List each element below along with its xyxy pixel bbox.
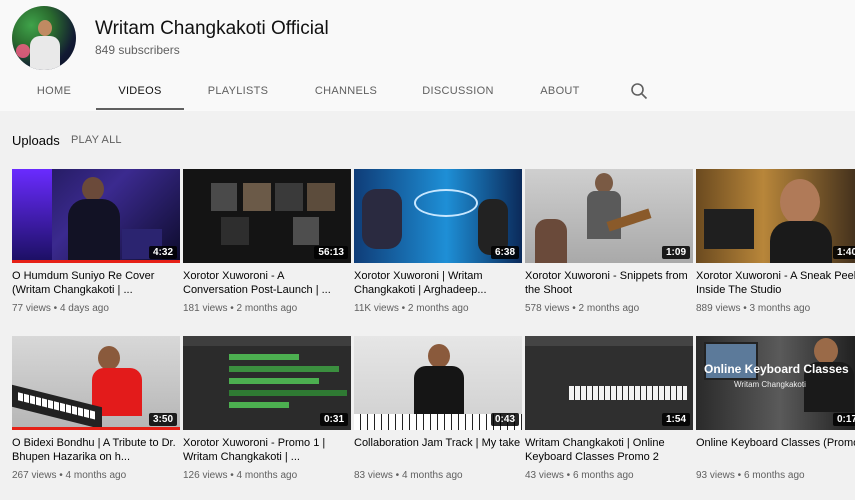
video-thumbnail[interactable]: 6:38: [354, 169, 522, 263]
video-card[interactable]: 56:13 Xorotor Xuworoni - A Conversation …: [183, 169, 351, 329]
channel-name: Writam Changkakoti Official: [95, 18, 329, 39]
video-thumbnail[interactable]: 0:31: [183, 336, 351, 430]
video-duration: 0:43: [490, 413, 519, 426]
video-meta: 578 views • 2 months ago: [525, 303, 640, 314]
video-duration: 0:17: [832, 413, 855, 426]
video-duration: 1:40: [832, 246, 855, 259]
video-title[interactable]: O Bidexi Bondhu | A Tribute to Dr. Bhupe…: [12, 436, 180, 464]
video-duration: 56:13: [314, 246, 348, 259]
video-card[interactable]: 1:40 Xorotor Xuworoni - A Sneak Peek Ins…: [696, 169, 855, 329]
video-thumbnail[interactable]: Online Keyboard Classes Writam Changkako…: [696, 336, 855, 430]
video-thumbnail[interactable]: 0:43: [354, 336, 522, 430]
video-card[interactable]: Online Keyboard Classes Writam Changkako…: [696, 336, 855, 496]
thumbnail-caption: Online Keyboard Classes: [704, 362, 849, 376]
video-meta: 11K views • 2 months ago: [354, 303, 469, 314]
channel-header: Writam Changkakoti Official 849 subscrib…: [0, 0, 855, 111]
video-title[interactable]: Writam Changkakoti | Online Keyboard Cla…: [525, 436, 693, 464]
video-meta: 267 views • 4 months ago: [12, 470, 127, 481]
video-duration: 3:50: [148, 413, 177, 426]
video-meta: 889 views • 3 months ago: [696, 303, 811, 314]
video-thumbnail[interactable]: 4:32: [12, 169, 180, 263]
video-thumbnail[interactable]: 56:13: [183, 169, 351, 263]
video-meta: 93 views • 6 months ago: [696, 470, 805, 481]
watch-progress-bar: [12, 260, 180, 263]
video-meta: 83 views • 4 months ago: [354, 470, 463, 481]
tab-discussion[interactable]: DISCUSSION: [412, 77, 504, 108]
video-card[interactable]: 4:32 O Humdum Suniyo Re Cover (Writam Ch…: [12, 169, 180, 329]
video-title[interactable]: Xorotor Xuworoni | Writam Changkakoti | …: [354, 269, 522, 297]
video-meta: 181 views • 2 months ago: [183, 303, 298, 314]
video-title[interactable]: O Humdum Suniyo Re Cover (Writam Changka…: [12, 269, 180, 297]
video-duration: 1:54: [661, 413, 690, 426]
video-title[interactable]: Xorotor Xuworoni - A Conversation Post-L…: [183, 269, 351, 297]
tab-home[interactable]: HOME: [24, 77, 84, 108]
video-card[interactable]: 6:38 Xorotor Xuworoni | Writam Changkako…: [354, 169, 522, 329]
video-title[interactable]: Collaboration Jam Track | My take: [354, 436, 522, 450]
channel-avatar[interactable]: [12, 6, 76, 70]
tab-videos[interactable]: VIDEOS: [96, 77, 184, 110]
video-meta: 126 views • 4 months ago: [183, 470, 298, 481]
video-card[interactable]: 1:09 Xorotor Xuworoni - Snippets from th…: [525, 169, 693, 329]
play-all-button[interactable]: PLAY ALL: [71, 134, 122, 146]
watch-progress-bar: [12, 427, 180, 430]
video-meta: 77 views • 4 days ago: [12, 303, 109, 314]
video-thumbnail[interactable]: 1:40: [696, 169, 855, 263]
video-card[interactable]: 3:50 O Bidexi Bondhu | A Tribute to Dr. …: [12, 336, 180, 496]
video-card[interactable]: 0:43 Collaboration Jam Track | My take 8…: [354, 336, 522, 496]
video-meta: 43 views • 6 months ago: [525, 470, 634, 481]
video-card[interactable]: 1:54 Writam Changkakoti | Online Keyboar…: [525, 336, 693, 496]
search-icon[interactable]: [630, 82, 648, 100]
video-duration: 0:31: [319, 413, 348, 426]
video-thumbnail[interactable]: 1:54: [525, 336, 693, 430]
video-thumbnail[interactable]: 1:09: [525, 169, 693, 263]
tab-playlists[interactable]: PLAYLISTS: [196, 77, 280, 108]
video-title[interactable]: Xorotor Xuworoni - Snippets from the Sho…: [525, 269, 693, 297]
tab-channels[interactable]: CHANNELS: [304, 77, 388, 108]
video-duration: 6:38: [490, 246, 519, 259]
video-duration: 1:09: [661, 246, 690, 259]
thumbnail-subcaption: Writam Changkakoti: [734, 380, 806, 389]
video-title[interactable]: Xorotor Xuworoni - Promo 1 | Writam Chan…: [183, 436, 351, 464]
subscriber-count: 849 subscribers: [95, 43, 180, 57]
uploads-heading: Uploads: [12, 133, 60, 148]
video-title[interactable]: Xorotor Xuworoni - A Sneak Peek Inside T…: [696, 269, 855, 297]
tab-about[interactable]: ABOUT: [528, 77, 592, 108]
channel-tabs: HOME VIDEOS PLAYLISTS CHANNELS DISCUSSIO…: [0, 77, 855, 111]
video-card[interactable]: 0:31 Xorotor Xuworoni - Promo 1 | Writam…: [183, 336, 351, 496]
video-title[interactable]: Online Keyboard Classes (Promo): [696, 436, 855, 450]
video-duration: 4:32: [148, 246, 177, 259]
video-thumbnail[interactable]: 3:50: [12, 336, 180, 430]
